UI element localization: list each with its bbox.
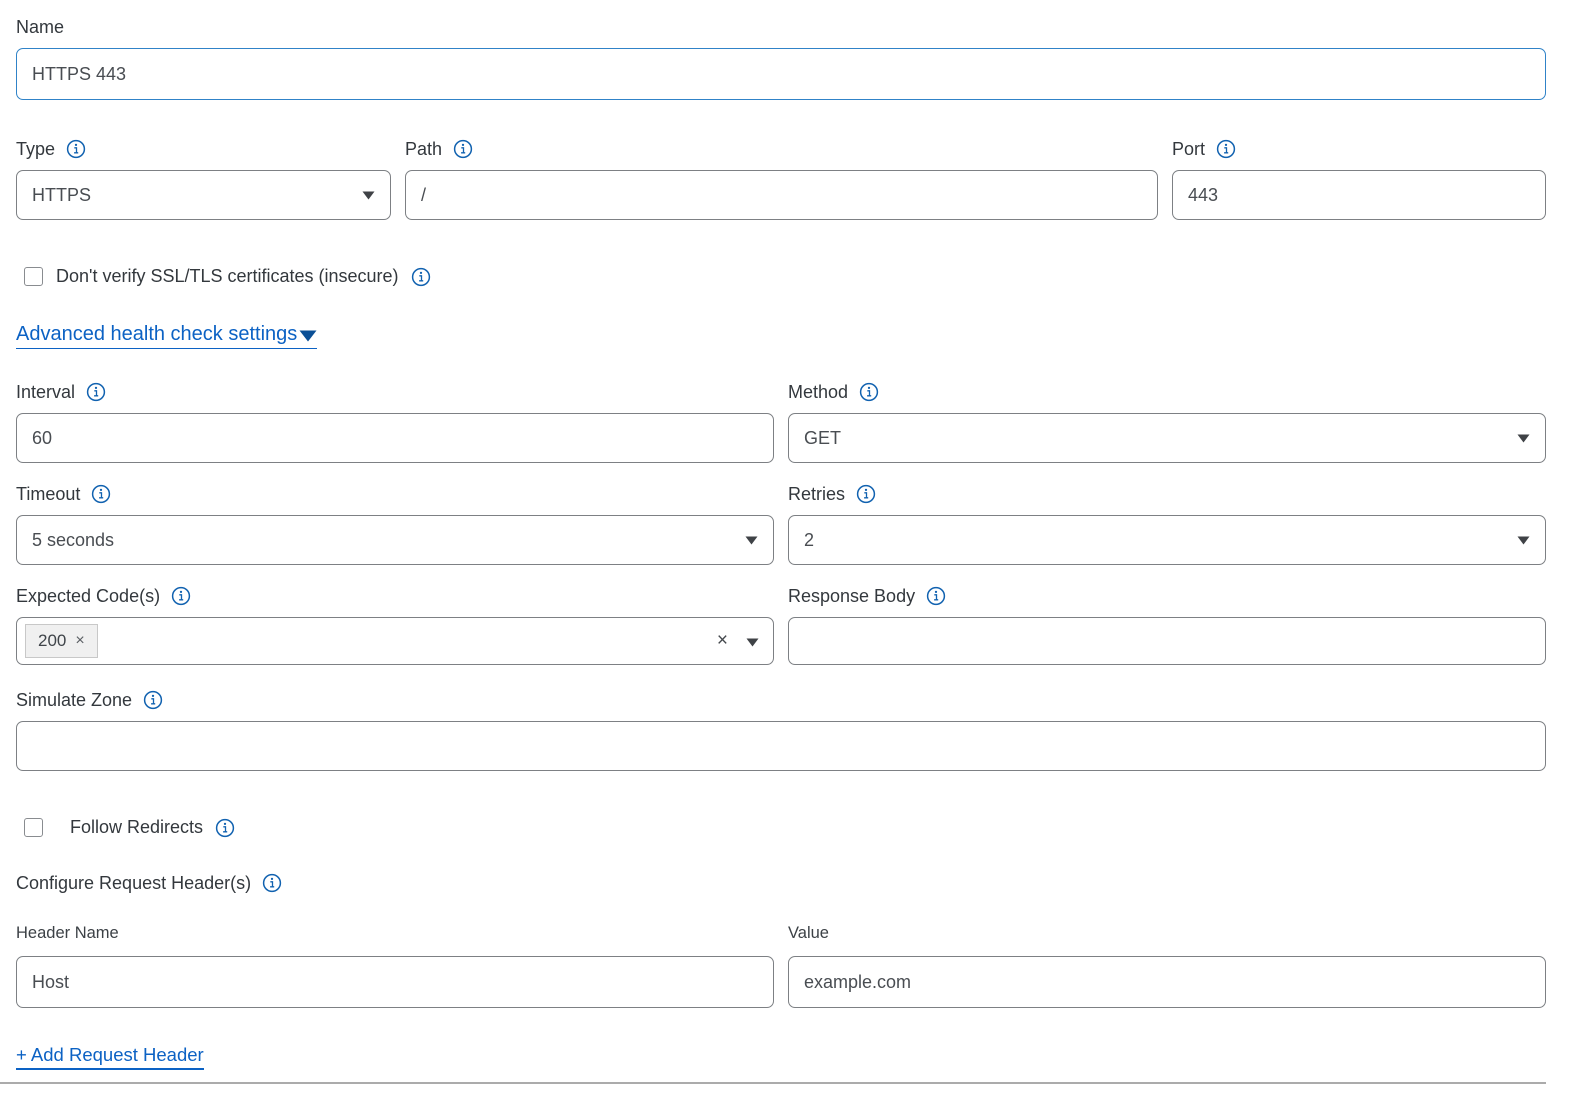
port-field: Port [1172, 138, 1546, 220]
interval-label: Interval [16, 381, 75, 403]
info-icon[interactable] [856, 484, 876, 504]
header-value-label: Value [788, 922, 829, 944]
name-input[interactable] [16, 48, 1546, 100]
info-icon[interactable] [215, 818, 235, 838]
path-field: Path [405, 138, 1158, 220]
verify-ssl-row: Don't verify SSL/TLS certificates (insec… [16, 266, 1546, 287]
info-icon[interactable] [926, 586, 946, 606]
info-icon[interactable] [66, 139, 86, 159]
simulate-zone-label: Simulate Zone [16, 689, 132, 711]
type-select[interactable]: HTTPS [16, 170, 391, 220]
code-tag: 200 × [25, 624, 98, 658]
health-check-form: Name Type HTTPS Path [0, 0, 1570, 1066]
type-field: Type HTTPS [16, 138, 391, 220]
info-icon[interactable] [859, 382, 879, 402]
advanced-settings-label: Advanced health check settings [16, 323, 297, 346]
remove-tag-icon[interactable]: × [75, 632, 84, 650]
timeout-select-value: 5 seconds [32, 530, 114, 551]
header-row: Header Name Value [16, 922, 1546, 1008]
expected-codes-label: Expected Code(s) [16, 585, 160, 607]
info-icon[interactable] [262, 873, 282, 893]
expected-codes-field: Expected Code(s) 200 × × [16, 585, 774, 665]
info-icon[interactable] [1216, 139, 1236, 159]
verify-ssl-label[interactable]: Don't verify SSL/TLS certificates (insec… [56, 266, 399, 287]
simulate-zone-field: Simulate Zone [16, 689, 1546, 771]
follow-redirects-checkbox[interactable] [24, 818, 43, 837]
chevron-down-icon [299, 330, 317, 342]
chevron-down-icon [746, 631, 759, 652]
method-select[interactable]: GET [788, 413, 1546, 463]
name-label: Name [16, 16, 64, 38]
method-field: Method GET [788, 381, 1546, 463]
header-value-field: Value [788, 922, 1546, 1008]
path-input[interactable] [405, 170, 1158, 220]
port-label: Port [1172, 138, 1205, 160]
retries-select[interactable]: 2 [788, 515, 1546, 565]
request-headers-section-row: Configure Request Header(s) [16, 872, 1546, 894]
chevron-down-icon [362, 191, 375, 200]
advanced-settings-toggle[interactable]: Advanced health check settings [16, 323, 317, 349]
info-icon[interactable] [411, 267, 431, 287]
section-divider [0, 1082, 1546, 1084]
info-icon[interactable] [86, 382, 106, 402]
interval-input[interactable] [16, 413, 774, 463]
verify-ssl-checkbox[interactable] [24, 267, 43, 286]
info-icon[interactable] [91, 484, 111, 504]
retries-field: Retries 2 [788, 483, 1546, 565]
port-input[interactable] [1172, 170, 1546, 220]
type-select-value: HTTPS [32, 185, 91, 206]
request-headers-section-label: Configure Request Header(s) [16, 872, 251, 894]
info-icon[interactable] [453, 139, 473, 159]
simulate-zone-input[interactable] [16, 721, 1546, 771]
follow-redirects-row: Follow Redirects [16, 817, 1546, 838]
header-name-field: Header Name [16, 922, 774, 1008]
codes-body-row: Expected Code(s) 200 × × Response Body [16, 585, 1546, 665]
timeout-field: Timeout 5 seconds [16, 483, 774, 565]
path-label: Path [405, 138, 442, 160]
timeout-label: Timeout [16, 483, 80, 505]
add-request-header-link[interactable]: + Add Request Header [16, 1044, 204, 1070]
follow-redirects-label[interactable]: Follow Redirects [70, 817, 203, 838]
info-icon[interactable] [171, 586, 191, 606]
response-body-input[interactable] [788, 617, 1546, 665]
name-label-row: Name [16, 16, 1546, 38]
retries-label: Retries [788, 483, 845, 505]
header-name-input[interactable] [16, 956, 774, 1008]
response-body-field: Response Body [788, 585, 1546, 665]
header-name-label: Header Name [16, 922, 119, 944]
method-select-value: GET [804, 428, 841, 449]
type-path-port-row: Type HTTPS Path Port [16, 138, 1546, 220]
chevron-down-icon [1517, 434, 1530, 443]
interval-method-row: Interval Method GET [16, 381, 1546, 463]
chevron-down-icon [1517, 536, 1530, 545]
code-tag-value: 200 [38, 631, 66, 651]
type-label: Type [16, 138, 55, 160]
advanced-settings-row: Advanced health check settings [16, 323, 1546, 349]
clear-all-icon[interactable]: × [717, 630, 728, 652]
response-body-label: Response Body [788, 585, 915, 607]
info-icon[interactable] [143, 690, 163, 710]
interval-field: Interval [16, 381, 774, 463]
retries-select-value: 2 [804, 530, 814, 551]
timeout-retries-row: Timeout 5 seconds Retries 2 [16, 483, 1546, 565]
timeout-select[interactable]: 5 seconds [16, 515, 774, 565]
expected-codes-multiselect[interactable]: 200 × × [16, 617, 774, 665]
add-header-row: + Add Request Header [16, 1044, 1546, 1066]
method-label: Method [788, 381, 848, 403]
chevron-down-icon [745, 536, 758, 545]
header-value-input[interactable] [788, 956, 1546, 1008]
